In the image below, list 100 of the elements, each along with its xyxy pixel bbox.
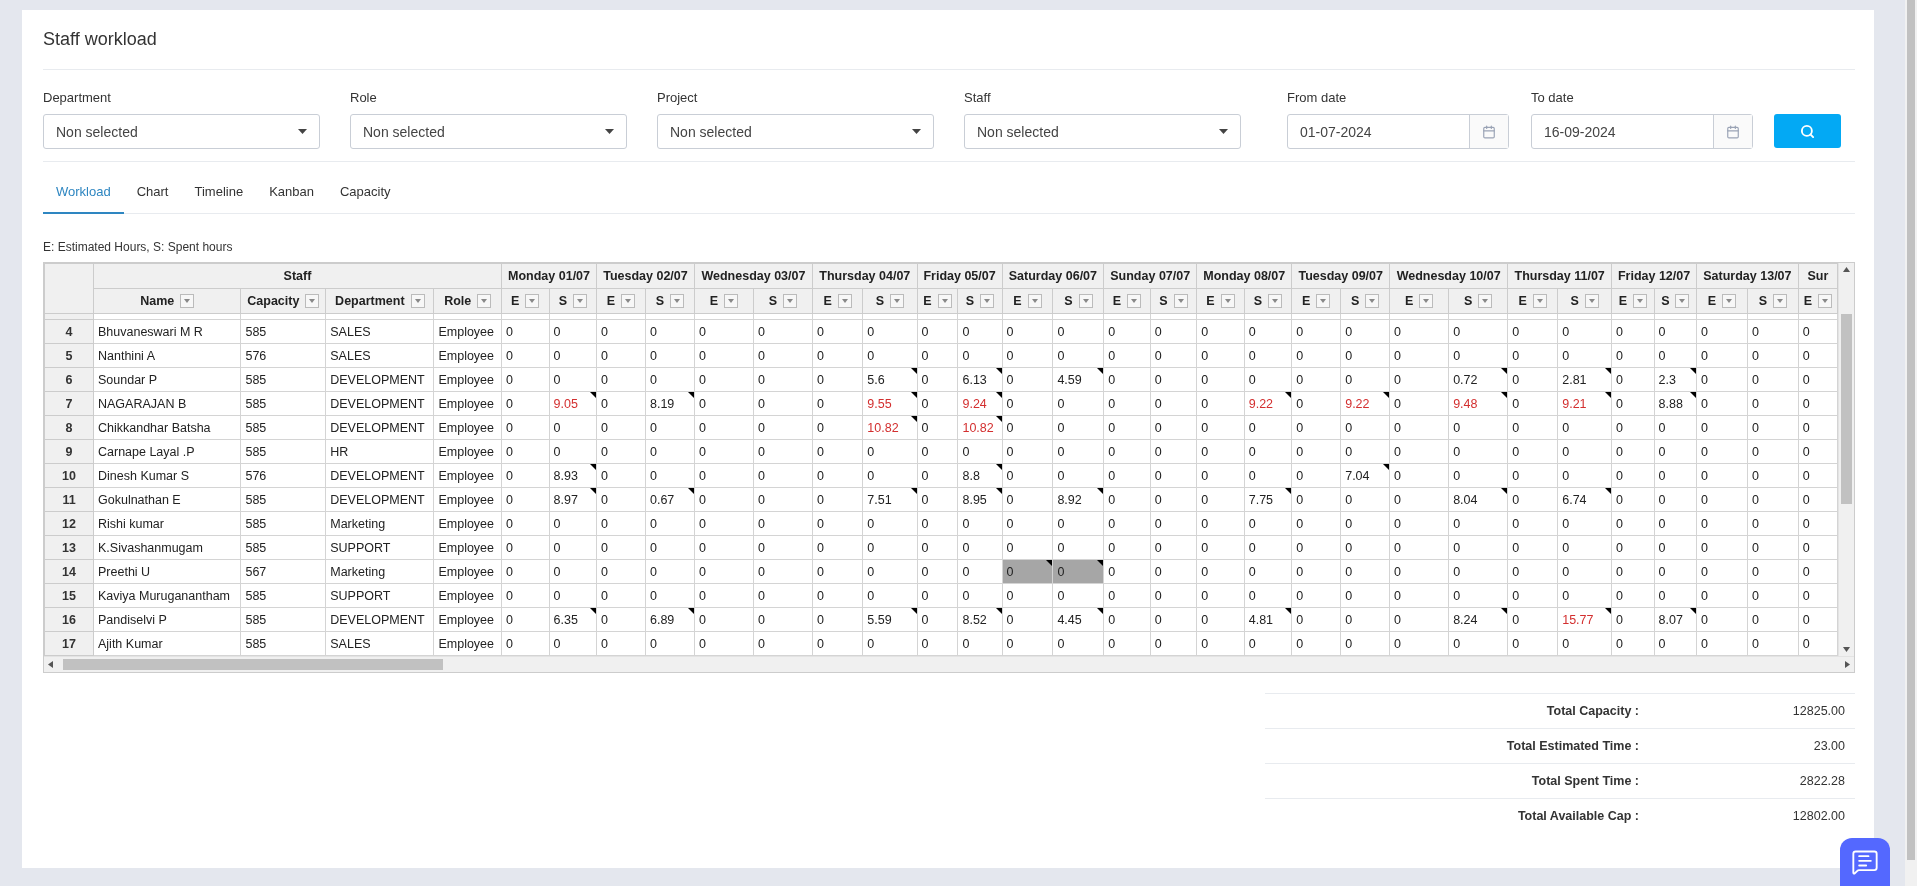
filter-icon[interactable] — [724, 294, 739, 308]
cell-value: 0 — [1248, 372, 1256, 387]
cell-value: 0 — [649, 348, 657, 363]
date-field[interactable]: 01-07-2024 — [1287, 114, 1509, 149]
cell-value: 0 — [1562, 564, 1570, 579]
filter-icon[interactable] — [670, 294, 685, 308]
cell-value: 0 — [1201, 348, 1209, 363]
cell-value: 0 — [505, 396, 513, 411]
filter-icon[interactable] — [837, 294, 852, 308]
tab[interactable]: Timeline — [181, 174, 257, 214]
filter-icon[interactable] — [1078, 294, 1093, 308]
cell-value: 0 — [505, 372, 513, 387]
cell-value: 0 — [1296, 396, 1304, 411]
filter-icon[interactable] — [1532, 294, 1547, 308]
cell-value: 0 — [1057, 564, 1065, 579]
page-scrollbar[interactable] — [1905, 0, 1917, 886]
caret-icon — [912, 129, 921, 134]
cell-value: 0 — [962, 444, 970, 459]
cell-value: 0 — [1201, 324, 1209, 339]
scroll-right-icon[interactable] — [1845, 661, 1850, 668]
scroll-up-icon[interactable] — [1843, 267, 1850, 272]
filter-icon[interactable] — [783, 294, 798, 308]
filter-icon[interactable] — [1478, 294, 1493, 308]
cell-value: 0 — [817, 372, 824, 387]
vertical-scrollbar[interactable] — [1838, 263, 1854, 656]
cell-value: 0 — [1616, 420, 1624, 435]
filter-icon[interactable] — [1220, 294, 1235, 308]
cell-value: 0 — [601, 324, 609, 339]
cell-value: 0 — [553, 636, 561, 651]
cell-value: 0 — [921, 420, 929, 435]
cell-value: 0 — [1751, 468, 1759, 483]
filter-icon[interactable] — [1675, 294, 1690, 308]
tab[interactable]: Capacity — [326, 174, 404, 214]
filter-icon[interactable] — [477, 294, 492, 308]
cell-value: 0 — [817, 324, 824, 339]
cell-value: 0 — [649, 444, 657, 459]
chat-button[interactable] — [1840, 838, 1890, 886]
filter-icon[interactable] — [1584, 294, 1599, 308]
tab[interactable]: Kanban — [256, 174, 327, 214]
filter-icon[interactable] — [1633, 294, 1647, 308]
cell-value: 0 — [1658, 492, 1666, 507]
day-header: Monday 01/07 — [501, 263, 597, 289]
tab[interactable]: Workload — [43, 174, 124, 214]
cell-value: 0 — [1394, 348, 1402, 363]
filter-icon[interactable] — [1127, 294, 1142, 308]
cell-value: 0 — [1345, 612, 1353, 627]
cell-value: 0 — [1345, 420, 1353, 435]
cell-value: 0 — [1201, 588, 1209, 603]
cell-value: 0 — [1616, 468, 1624, 483]
filter-icon[interactable] — [621, 294, 636, 308]
cell-value: 0 — [1345, 444, 1353, 459]
filter-icon[interactable] — [180, 294, 195, 308]
filter-icon[interactable] — [980, 294, 995, 308]
cell-value: 0 — [601, 468, 609, 483]
calendar-icon[interactable] — [1726, 124, 1740, 139]
horizontal-scrollbar[interactable] — [44, 656, 1854, 672]
cell-value: 0 — [757, 636, 765, 651]
dropdown-field[interactable]: Non selected — [964, 114, 1241, 149]
dropdown-field[interactable]: Non selected — [657, 114, 934, 149]
filter-icon[interactable] — [1365, 294, 1380, 308]
cell-value: 0 — [1701, 588, 1708, 603]
day-header: Saturday 06/07 — [1002, 263, 1104, 289]
scroll-down-icon[interactable] — [1843, 647, 1850, 652]
cell-value: 0 — [1154, 516, 1162, 531]
dropdown-field[interactable]: Non selected — [350, 114, 627, 149]
cell-value: 0 — [1658, 540, 1666, 555]
cell-value: 0 — [1453, 564, 1461, 579]
row-number: 17 — [44, 631, 94, 656]
filter-icon[interactable] — [1773, 294, 1787, 308]
filter-icon[interactable] — [937, 294, 952, 308]
filter-icon[interactable] — [410, 294, 425, 308]
filter-icon[interactable] — [1027, 294, 1042, 308]
table-cell: Marketing — [325, 559, 434, 584]
filter-icon[interactable] — [1818, 294, 1833, 308]
filter-icon[interactable] — [572, 294, 587, 308]
date-field[interactable]: 16-09-2024 — [1531, 114, 1753, 149]
cell-value: 0 — [1453, 324, 1461, 339]
calendar-icon[interactable] — [1482, 124, 1496, 139]
cell-value: 0 — [1345, 324, 1353, 339]
filter-icon[interactable] — [305, 294, 320, 308]
cell-value: 4.45 — [1057, 612, 1082, 627]
filter-icon[interactable] — [1268, 294, 1283, 308]
cell-value: 0 — [962, 348, 970, 363]
cell-value: 0 — [1006, 348, 1014, 363]
row-number: 13 — [44, 535, 94, 560]
cell-value: 0 — [1802, 396, 1810, 411]
filter-icon[interactable] — [1419, 294, 1434, 308]
scroll-left-icon[interactable] — [48, 661, 53, 668]
cell-value: 0 — [1006, 540, 1014, 555]
filter-icon[interactable] — [1173, 294, 1188, 308]
search-button[interactable] — [1774, 114, 1841, 148]
dropdown-field[interactable]: Non selected — [43, 114, 320, 149]
tab[interactable]: Chart — [123, 174, 182, 214]
cell-value: 0 — [1201, 420, 1209, 435]
filter-icon[interactable] — [1722, 294, 1737, 308]
table-cell: Kaviya Muruganantham — [93, 583, 241, 608]
filter-icon[interactable] — [1316, 294, 1331, 308]
filter-icon[interactable] — [525, 294, 540, 308]
cell-value: 0 — [553, 444, 561, 459]
filter-icon[interactable] — [890, 294, 905, 308]
